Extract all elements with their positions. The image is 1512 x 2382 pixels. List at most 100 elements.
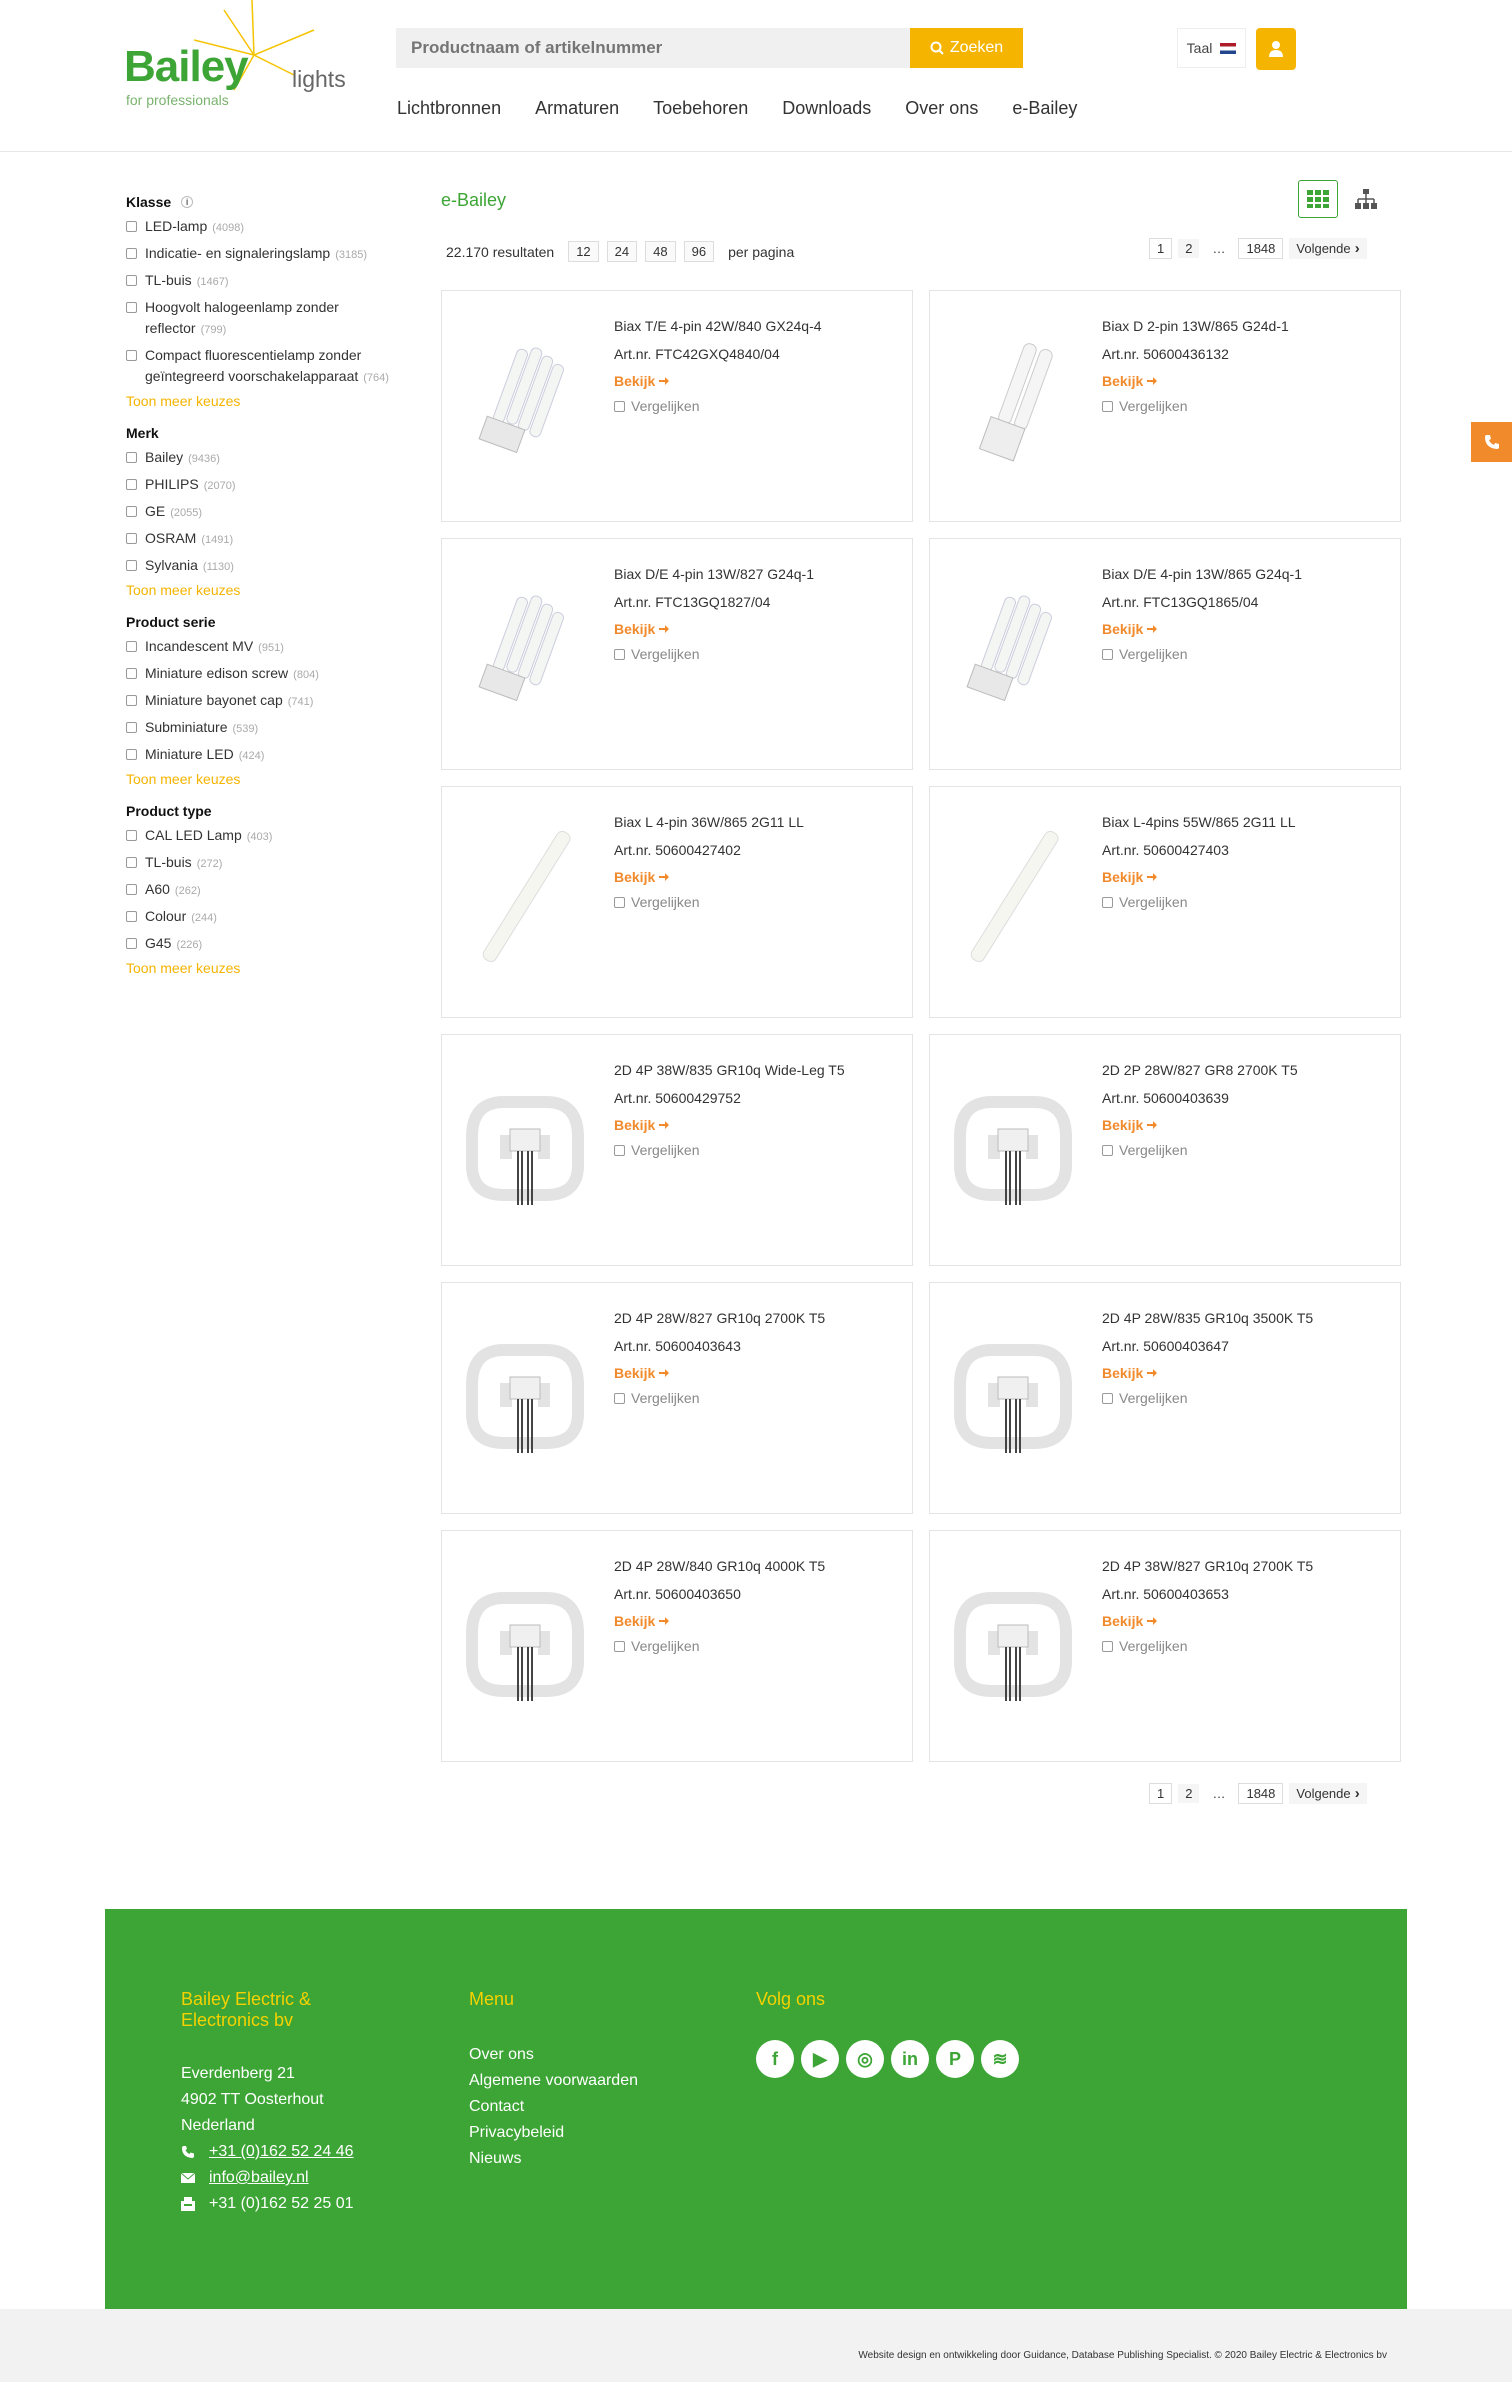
- view-product-link[interactable]: Bekijk: [614, 373, 670, 389]
- show-more-link[interactable]: Toon meer keuzes: [126, 393, 240, 409]
- page-link[interactable]: 1: [1149, 238, 1173, 259]
- filter-option[interactable]: Incandescent MV (951): [126, 636, 416, 659]
- checkbox[interactable]: [614, 1144, 625, 1156]
- product-image[interactable]: [952, 829, 1074, 969]
- footer-menu-link[interactable]: Algemene voorwaarden: [469, 2068, 689, 2094]
- view-product-link[interactable]: Bekijk: [614, 869, 670, 885]
- view-product-link[interactable]: Bekijk: [614, 621, 670, 637]
- footer-email[interactable]: info@bailey.nl: [181, 2165, 381, 2191]
- checkbox[interactable]: [614, 400, 625, 412]
- checkbox[interactable]: [614, 1640, 625, 1652]
- filter-option[interactable]: TL-buis (272): [126, 852, 416, 875]
- checkbox[interactable]: [1102, 1392, 1113, 1404]
- filter-option[interactable]: LED-lamp (4098): [126, 216, 416, 239]
- product-title[interactable]: 2D 2P 28W/827 GR8 2700K T5: [1102, 1062, 1298, 1078]
- compare-checkbox[interactable]: Vergelijken: [614, 894, 700, 910]
- filter-option[interactable]: TL-buis (1467): [126, 270, 416, 293]
- product-image[interactable]: [464, 333, 586, 473]
- page-link[interactable]: 1848: [1238, 238, 1284, 259]
- footer-menu-link[interactable]: Over ons: [469, 2042, 689, 2068]
- nav-item-4[interactable]: Over ons: [905, 98, 978, 119]
- compare-checkbox[interactable]: Vergelijken: [614, 1142, 700, 1158]
- grid-view-button[interactable]: [1298, 180, 1338, 218]
- checkbox[interactable]: [126, 560, 137, 571]
- compare-checkbox[interactable]: Vergelijken: [614, 1390, 700, 1406]
- call-tab[interactable]: [1471, 422, 1512, 462]
- product-image[interactable]: [464, 1077, 586, 1217]
- info-icon[interactable]: i: [181, 196, 194, 208]
- product-title[interactable]: Biax D/E 4-pin 13W/865 G24q-1: [1102, 566, 1302, 582]
- footer-menu-link[interactable]: Contact: [469, 2094, 689, 2120]
- view-product-link[interactable]: Bekijk: [1102, 869, 1158, 885]
- view-product-link[interactable]: Bekijk: [614, 1613, 670, 1629]
- nav-item-3[interactable]: Downloads: [782, 98, 871, 119]
- product-title[interactable]: 2D 4P 28W/840 GR10q 4000K T5: [614, 1558, 825, 1574]
- compare-checkbox[interactable]: Vergelijken: [614, 398, 700, 414]
- product-image[interactable]: [952, 581, 1074, 721]
- linkedin-icon[interactable]: in: [891, 2040, 929, 2078]
- checkbox[interactable]: [126, 938, 137, 949]
- product-image[interactable]: [952, 1325, 1074, 1465]
- compare-checkbox[interactable]: Vergelijken: [1102, 1638, 1188, 1654]
- search-button[interactable]: Zoeken: [910, 28, 1023, 68]
- product-card[interactable]: 2D 4P 38W/835 GR10q Wide-Leg T5 Art.nr. 5…: [441, 1034, 913, 1266]
- nav-item-5[interactable]: e-Bailey: [1012, 98, 1077, 119]
- account-button[interactable]: [1256, 28, 1296, 70]
- product-image[interactable]: [464, 581, 586, 721]
- filter-option[interactable]: CAL LED Lamp (403): [126, 825, 416, 848]
- checkbox[interactable]: [126, 221, 137, 232]
- filter-option[interactable]: Bailey (9436): [126, 447, 416, 470]
- checkbox[interactable]: [126, 452, 137, 463]
- checkbox[interactable]: [126, 350, 137, 361]
- checkbox[interactable]: [1102, 400, 1113, 412]
- product-title[interactable]: Biax L-4pins 55W/865 2G11 LL: [1102, 814, 1296, 830]
- product-title[interactable]: Biax T/E 4-pin 42W/840 GX24q-4: [614, 318, 822, 334]
- view-product-link[interactable]: Bekijk: [614, 1117, 670, 1133]
- compare-checkbox[interactable]: Vergelijken: [1102, 1390, 1188, 1406]
- filter-option[interactable]: Subminiature (539): [126, 717, 416, 740]
- facebook-icon[interactable]: f: [756, 2040, 794, 2078]
- checkbox[interactable]: [126, 695, 137, 706]
- product-card[interactable]: 2D 4P 28W/840 GR10q 4000K T5 Art.nr. 5060…: [441, 1530, 913, 1762]
- product-title[interactable]: 2D 4P 38W/835 GR10q Wide-Leg T5: [614, 1062, 845, 1078]
- checkbox[interactable]: [614, 896, 625, 908]
- footer-menu-link[interactable]: Privacybeleid: [469, 2120, 689, 2146]
- product-image[interactable]: [464, 1325, 586, 1465]
- product-card[interactable]: 2D 2P 28W/827 GR8 2700K T5 Art.nr. 506004…: [929, 1034, 1401, 1266]
- product-card[interactable]: Biax L 4-pin 36W/865 2G11 LL Art.nr. 5060…: [441, 786, 913, 1018]
- product-title[interactable]: 2D 4P 28W/835 GR10q 3500K T5: [1102, 1310, 1313, 1326]
- checkbox[interactable]: [126, 506, 137, 517]
- per-page-option[interactable]: 96: [683, 241, 715, 262]
- product-card[interactable]: Biax D 2-pin 13W/865 G24d-1 Art.nr. 50600…: [929, 290, 1401, 522]
- filter-option[interactable]: Miniature LED (424): [126, 744, 416, 767]
- show-more-link[interactable]: Toon meer keuzes: [126, 960, 240, 976]
- checkbox[interactable]: [1102, 896, 1113, 908]
- checkbox[interactable]: [126, 275, 137, 286]
- checkbox[interactable]: [126, 533, 137, 544]
- product-title[interactable]: Biax D 2-pin 13W/865 G24d-1: [1102, 318, 1289, 334]
- filter-option[interactable]: Indicatie- en signaleringslamp (3185): [126, 243, 416, 266]
- show-more-link[interactable]: Toon meer keuzes: [126, 771, 240, 787]
- compare-checkbox[interactable]: Vergelijken: [1102, 894, 1188, 910]
- checkbox[interactable]: [126, 722, 137, 733]
- compare-checkbox[interactable]: Vergelijken: [614, 1638, 700, 1654]
- bailey-logo[interactable]: Bailey lights for professionals: [124, 0, 364, 120]
- compare-checkbox[interactable]: Vergelijken: [614, 646, 700, 662]
- product-card[interactable]: 2D 4P 28W/835 GR10q 3500K T5 Art.nr. 5060…: [929, 1282, 1401, 1514]
- filter-option[interactable]: PHILIPS (2070): [126, 474, 416, 497]
- per-page-option[interactable]: 48: [645, 241, 676, 262]
- checkbox[interactable]: [126, 302, 137, 313]
- checkbox[interactable]: [126, 668, 137, 679]
- checkbox[interactable]: [126, 830, 137, 841]
- checkbox[interactable]: [126, 479, 137, 490]
- product-card[interactable]: Biax D/E 4-pin 13W/827 G24q-1 Art.nr. FTC…: [441, 538, 913, 770]
- language-selector[interactable]: Taal: [1177, 28, 1246, 68]
- next-page-button[interactable]: Volgende ›: [1289, 1783, 1367, 1804]
- checkbox[interactable]: [1102, 648, 1113, 660]
- filter-option[interactable]: A60 (262): [126, 879, 416, 902]
- instagram-icon[interactable]: ◎: [846, 2040, 884, 2078]
- product-image[interactable]: [464, 1573, 586, 1713]
- phone-link[interactable]: +31 (0)162 52 24 46: [209, 2139, 354, 2165]
- search-input[interactable]: [396, 28, 910, 68]
- compare-checkbox[interactable]: Vergelijken: [1102, 398, 1188, 414]
